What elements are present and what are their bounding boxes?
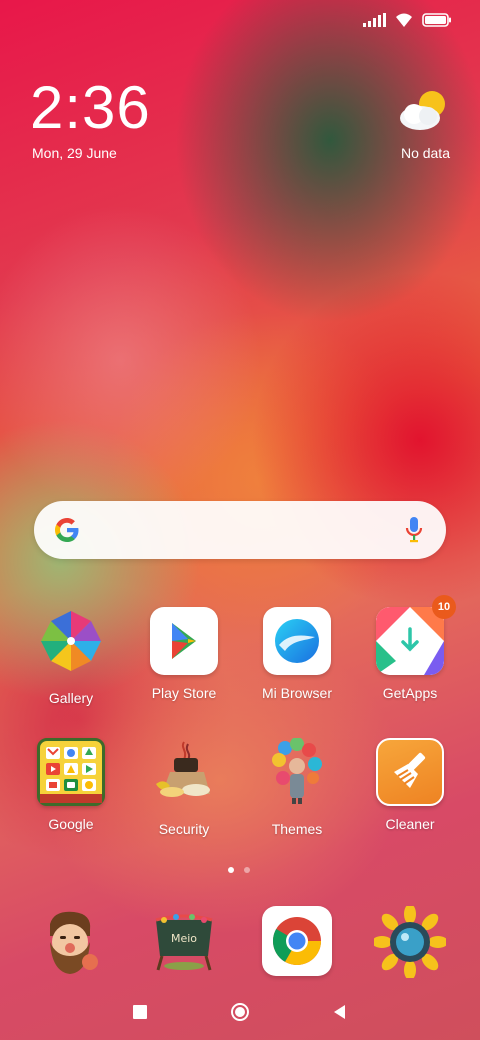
- home-circle-icon[interactable]: [230, 1002, 250, 1022]
- microphone-icon[interactable]: [404, 516, 424, 544]
- clock-time[interactable]: 2:36: [30, 78, 151, 138]
- weather-status[interactable]: No data: [401, 145, 450, 161]
- app-label: Play Store: [151, 685, 217, 701]
- app-label: Mi Browser: [261, 685, 332, 701]
- status-bar: [363, 12, 452, 28]
- mi-browser-icon: [263, 607, 331, 675]
- clock-date[interactable]: Mon, 29 June: [32, 145, 117, 161]
- getapps-icon: 10: [376, 595, 456, 675]
- app-google-folder[interactable]: Google: [16, 738, 126, 832]
- pinwheel-icon: [41, 611, 101, 671]
- app-cleaner[interactable]: Cleaner: [355, 738, 465, 832]
- app-mi-browser[interactable]: Mi Browser: [242, 607, 352, 701]
- cleaner-brush-icon: [376, 738, 444, 806]
- page-dot: [244, 867, 250, 873]
- cellular-signal-icon: [363, 13, 386, 27]
- app-label: Security: [158, 821, 210, 837]
- app-label: Google: [48, 816, 94, 832]
- partly-cloudy-icon[interactable]: [396, 88, 448, 134]
- google-g-icon: [55, 518, 79, 542]
- chalkboard-icon[interactable]: Meio: [148, 906, 220, 978]
- sunflower-camera-icon[interactable]: [374, 906, 446, 978]
- google-search-bar[interactable]: [34, 501, 446, 559]
- app-gallery[interactable]: Gallery: [16, 607, 126, 706]
- app-themes[interactable]: Themes: [242, 737, 352, 837]
- battery-icon: [422, 13, 451, 27]
- bearded-man-icon[interactable]: [34, 906, 106, 978]
- app-label: Themes: [271, 821, 323, 837]
- app-security[interactable]: Security: [129, 738, 239, 837]
- security-icon: [156, 741, 210, 797]
- app-getapps[interactable]: 10 GetApps: [355, 595, 465, 701]
- svg-text:Meio: Meio: [171, 932, 197, 945]
- app-label: GetApps: [382, 685, 438, 701]
- chrome-icon[interactable]: [262, 906, 332, 976]
- app-play-store[interactable]: Play Store: [129, 607, 239, 701]
- app-label: Gallery: [48, 690, 94, 706]
- app-label: Cleaner: [385, 816, 435, 832]
- wifi-icon: [396, 13, 412, 27]
- notification-badge: 10: [432, 595, 456, 619]
- page-indicator[interactable]: [228, 867, 250, 873]
- recents-square-icon[interactable]: [130, 1002, 150, 1022]
- page-dot-active: [228, 867, 234, 873]
- google-folder-icon: [37, 738, 105, 806]
- navigation-bar: [0, 1000, 480, 1024]
- back-triangle-icon[interactable]: [330, 1002, 350, 1022]
- play-store-icon: [150, 607, 218, 675]
- themes-balloons-icon: [272, 737, 322, 804]
